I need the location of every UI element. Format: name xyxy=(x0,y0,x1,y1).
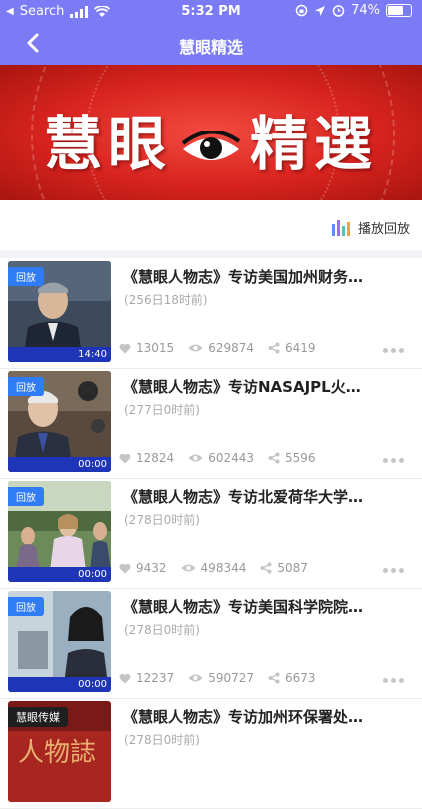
share-icon[interactable] xyxy=(268,452,280,464)
rotation-lock-icon xyxy=(295,4,308,17)
video-thumbnail[interactable]: 回放 00:00 xyxy=(8,591,111,692)
video-time: (277日0时前) xyxy=(124,403,200,417)
featured-banner[interactable]: 慧眼 精選 xyxy=(0,65,422,200)
video-title[interactable]: 《慧眼人物志》专访加州环保署处… xyxy=(123,706,363,727)
video-stats: 13015 629874 6419 xyxy=(119,341,330,355)
section-divider xyxy=(0,250,422,258)
banner-title-right: 精選 xyxy=(250,110,379,178)
video-title[interactable]: 《慧眼人物志》专访美国科学院院… xyxy=(123,596,363,617)
view-count: 590727 xyxy=(208,671,254,685)
battery-icon xyxy=(386,4,412,17)
alarm-icon xyxy=(332,5,345,17)
list-item[interactable]: 回放 14:40 《慧眼人物志》专访美国加州财务… (256日18时前) 130… xyxy=(0,258,422,369)
view-count: 602443 xyxy=(208,451,254,465)
video-title[interactable]: 《慧眼人物志》专访NASAJPL火… xyxy=(123,376,361,397)
video-stats: 12824 602443 5596 xyxy=(119,451,330,465)
video-duration: 00:00 xyxy=(78,569,107,580)
video-stats: 9432 498344 5087 xyxy=(119,561,322,575)
page-title: 慧眼精选 xyxy=(178,38,243,57)
heart-icon[interactable] xyxy=(119,343,131,354)
location-icon xyxy=(315,5,326,16)
view-count: 629874 xyxy=(208,341,254,355)
more-options-icon[interactable] xyxy=(383,568,404,573)
status-bar: ◀ Search 5:32 PM 74% xyxy=(0,0,422,24)
share-icon[interactable] xyxy=(268,672,280,684)
share-count: 5087 xyxy=(277,561,308,575)
playback-label: 播放回放 xyxy=(357,222,410,237)
svg-text:人物誌: 人物誌 xyxy=(18,738,96,768)
brand-badge: 慧眼传媒 xyxy=(8,707,68,727)
eye-view-icon xyxy=(181,564,196,572)
video-title[interactable]: 《慧眼人物志》专访美国加州财务… xyxy=(123,266,363,287)
eye-view-icon xyxy=(188,454,203,462)
replay-badge: 回放 xyxy=(8,597,44,616)
replay-badge: 回放 xyxy=(8,487,44,506)
video-time: (256日18时前) xyxy=(124,293,208,307)
eye-view-icon xyxy=(188,674,203,682)
replay-badge: 回放 xyxy=(8,377,44,396)
heart-icon[interactable] xyxy=(119,563,131,574)
view-count: 498344 xyxy=(200,561,247,575)
eye-view-icon xyxy=(188,344,203,352)
share-count: 6673 xyxy=(285,671,316,685)
list-item[interactable]: 回放 00:00 《慧眼人物志》专访美国科学院院… (278日0时前) 1223… xyxy=(0,588,422,699)
share-icon[interactable] xyxy=(268,342,280,354)
video-duration: 00:00 xyxy=(78,459,107,470)
heart-icon[interactable] xyxy=(119,453,131,464)
video-title[interactable]: 《慧眼人物志》专访北爱荷华大学… xyxy=(123,486,363,507)
video-duration: 00:00 xyxy=(78,679,107,690)
video-time: (278日0时前) xyxy=(124,733,200,747)
share-count: 5596 xyxy=(285,451,316,465)
bar-chart-icon xyxy=(331,219,350,236)
replay-badge: 回放 xyxy=(8,267,44,286)
like-count: 13015 xyxy=(136,341,175,355)
video-time: (278日0时前) xyxy=(124,623,200,637)
playback-link[interactable]: 播放回放 xyxy=(331,218,410,237)
video-thumbnail[interactable]: 人物誌 慧眼传媒 xyxy=(8,701,111,802)
like-count: 9432 xyxy=(136,561,167,575)
banner-title: 慧眼 精選 xyxy=(0,97,422,181)
share-icon[interactable] xyxy=(260,562,272,574)
video-thumbnail[interactable]: 回放 00:00 xyxy=(8,371,111,472)
more-options-icon[interactable] xyxy=(383,458,404,463)
video-duration: 14:40 xyxy=(78,349,107,360)
video-stats: 12237 590727 6673 xyxy=(119,671,330,685)
more-options-icon[interactable] xyxy=(383,678,404,683)
banner-title-left: 慧眼 xyxy=(43,110,172,178)
list-item[interactable]: 回放 00:00 《慧眼人物志》专访北爱荷华大学… (278日0时前) 9432… xyxy=(0,478,422,589)
video-time: (278日0时前) xyxy=(124,513,200,527)
battery-percent: 74% xyxy=(351,3,380,18)
video-thumbnail[interactable]: 回放 00:00 xyxy=(8,481,111,582)
heart-icon[interactable] xyxy=(119,673,131,684)
like-count: 12237 xyxy=(136,671,175,685)
like-count: 12824 xyxy=(136,451,175,465)
list-item[interactable]: 回放 00:00 《慧眼人物志》专访NASAJPL火… (277日0时前) 12… xyxy=(0,368,422,479)
eye-icon xyxy=(181,131,241,160)
app-header: ◀ Search 5:32 PM 74% 慧眼精选 xyxy=(0,0,422,65)
video-thumbnail[interactable]: 回放 14:40 xyxy=(8,261,111,362)
list-item[interactable]: 人物誌 慧眼传媒 《慧眼人物志》专访加州环保署处… (278日0时前) xyxy=(0,698,422,809)
share-count: 6419 xyxy=(285,341,316,355)
more-options-icon[interactable] xyxy=(383,348,404,353)
